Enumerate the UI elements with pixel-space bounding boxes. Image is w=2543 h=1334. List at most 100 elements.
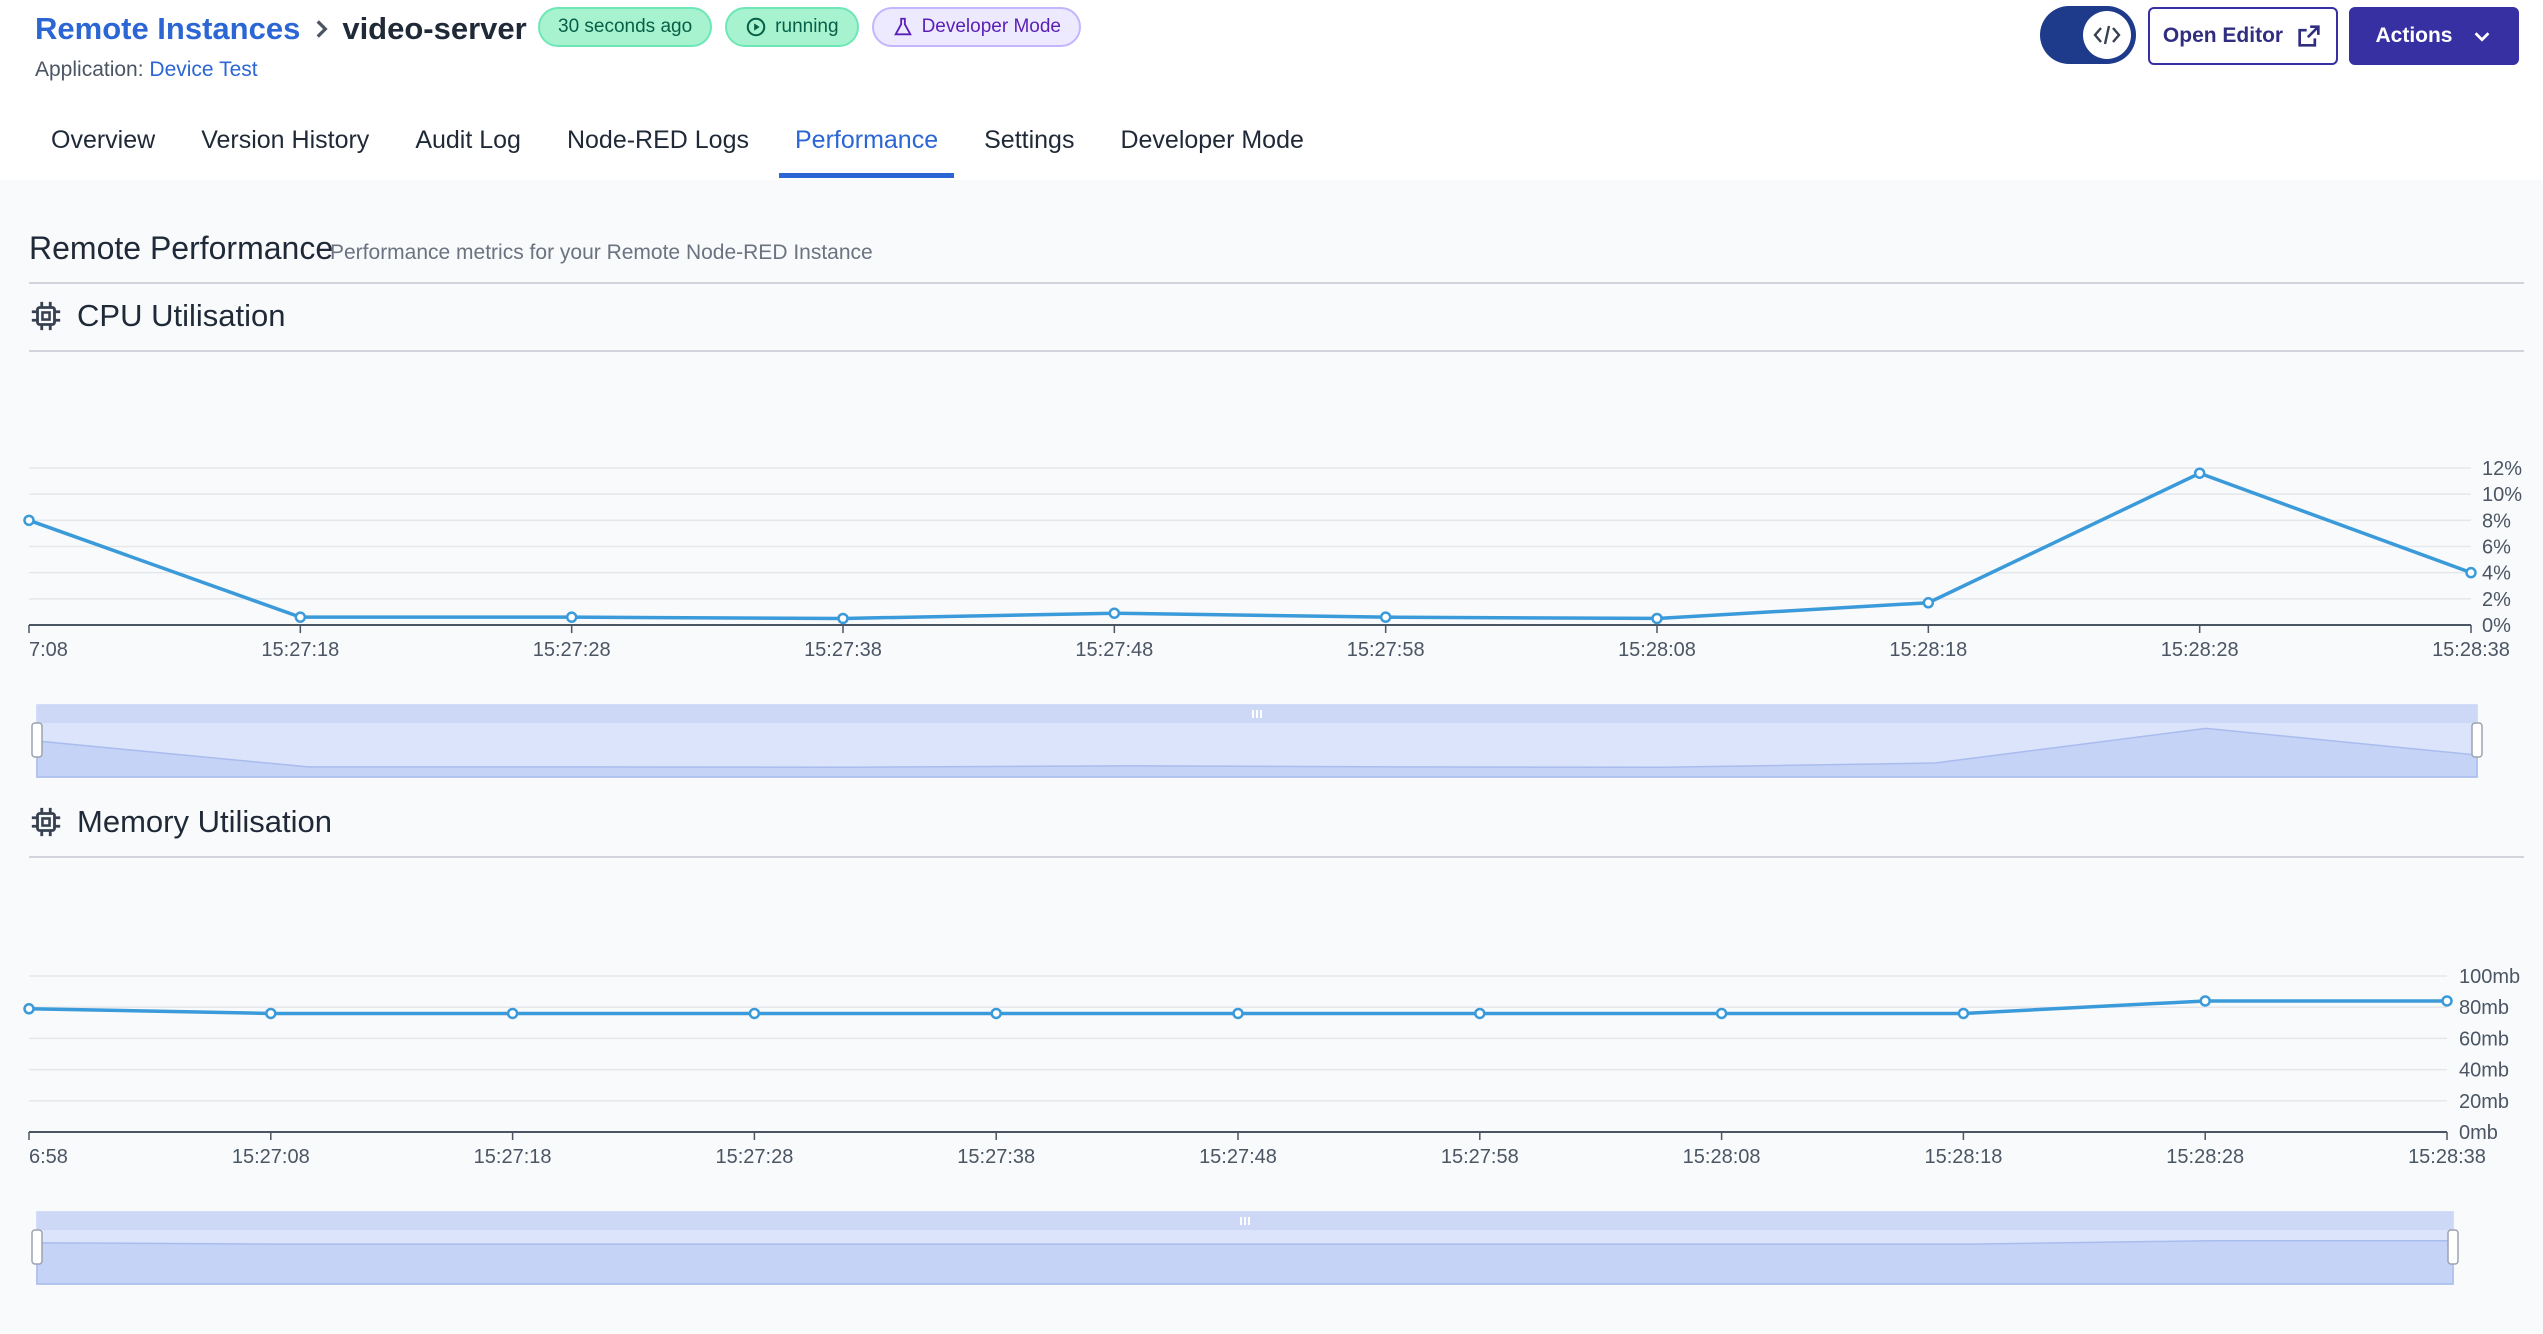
x-tick-label: 15:28:18 xyxy=(1924,1146,2002,1168)
x-tick-label: 15:27:38 xyxy=(804,639,882,661)
performance-panel: Remote Performance Performance metrics f… xyxy=(0,180,2543,1334)
toggle-knob xyxy=(2083,11,2131,59)
data-point xyxy=(265,1007,277,1020)
tab-performance[interactable]: Performance xyxy=(778,116,955,178)
y-tick-label: 0mb xyxy=(2459,1122,2498,1144)
tab-overview[interactable]: Overview xyxy=(35,116,171,178)
zoom-mini-area xyxy=(36,1239,2454,1285)
open-editor-button[interactable]: Open Editor xyxy=(2148,7,2338,65)
data-point xyxy=(565,611,578,623)
tab-developer-mode[interactable]: Developer Mode xyxy=(1104,116,1319,178)
x-tick-label: 15:27:58 xyxy=(1347,639,1425,661)
chip-icon xyxy=(31,301,61,331)
x-tick-label: 6:58 xyxy=(29,1146,68,1168)
application-link[interactable]: Device Test xyxy=(149,58,257,81)
y-tick-label: 60mb xyxy=(2459,1028,2509,1050)
y-tick-label: 0% xyxy=(2482,615,2511,637)
x-tick-label: 7:08 xyxy=(29,639,68,661)
x-tick-label: 15:27:48 xyxy=(1075,639,1153,661)
divider xyxy=(29,350,2524,352)
x-tick-label: 15:27:48 xyxy=(1199,1146,1277,1168)
external-link-icon xyxy=(2298,25,2320,47)
tab-label: Performance xyxy=(794,126,939,154)
y-tick-label: 20mb xyxy=(2459,1091,2509,1113)
last-seen-text: 30 seconds ago xyxy=(558,16,693,37)
last-seen-badge: 30 seconds ago xyxy=(538,7,713,47)
data-point xyxy=(748,1007,761,1020)
section-subtitle: Performance metrics for your Remote Node… xyxy=(330,241,873,264)
data-point xyxy=(1379,611,1392,623)
section-title: Remote Performance xyxy=(29,230,334,266)
data-point xyxy=(837,612,849,625)
x-tick-label: 15:28:38 xyxy=(2408,1146,2486,1168)
chevron-right-icon xyxy=(316,20,328,38)
data-point xyxy=(1651,612,1663,625)
y-tick-label: 12% xyxy=(2482,458,2522,480)
divider xyxy=(29,856,2524,858)
x-tick-label: 15:27:28 xyxy=(533,639,611,661)
cpu-chart-title-text: CPU Utilisation xyxy=(77,298,286,333)
play-circle-icon xyxy=(746,17,766,37)
breadcrumb-remote-instances[interactable]: Remote Instances xyxy=(35,11,300,47)
x-tick-label: 15:27:18 xyxy=(474,1146,552,1168)
tab-label: Settings xyxy=(984,126,1075,154)
data-point xyxy=(23,1003,35,1015)
running-status-text: running xyxy=(775,16,839,37)
chip-icon xyxy=(31,807,61,837)
data-point xyxy=(1108,607,1121,619)
x-tick-label: 15:28:08 xyxy=(1683,1146,1761,1168)
actions-button[interactable]: Actions xyxy=(2349,7,2519,65)
zoom-handle xyxy=(2471,722,2483,758)
data-point xyxy=(990,1007,1002,1020)
breadcrumb: Remote Instances video-server xyxy=(35,8,527,50)
x-tick-label: 15:27:58 xyxy=(1441,1146,1519,1168)
y-tick-label: 6% xyxy=(2482,537,2511,559)
beaker-icon xyxy=(893,17,912,36)
tab-label: Audit Log xyxy=(415,126,521,154)
instance-header: Remote Instances video-server 30 seconds… xyxy=(0,0,2543,182)
y-tick-label: 40mb xyxy=(2459,1060,2509,1082)
data-point xyxy=(506,1007,519,1020)
application-label: Application: xyxy=(35,58,144,81)
data-point xyxy=(2441,995,2453,1007)
data-point xyxy=(1474,1007,1486,1020)
breadcrumb-current-instance: video-server xyxy=(342,11,527,46)
y-tick-label: 2% xyxy=(2482,589,2511,611)
x-tick-label: 15:28:18 xyxy=(1889,639,1967,661)
memory-chart-title-text: Memory Utilisation xyxy=(77,804,332,839)
developer-mode-badge: Developer Mode xyxy=(871,7,1081,47)
x-tick-label: 15:27:28 xyxy=(715,1146,793,1168)
data-point xyxy=(294,611,307,623)
tab-label: Version History xyxy=(201,126,370,154)
developer-mode-toggle[interactable] xyxy=(2040,6,2136,64)
tab-label: Developer Mode xyxy=(1120,126,1304,154)
zoom-handle xyxy=(31,722,43,758)
tab-settings[interactable]: Settings xyxy=(968,116,1090,178)
x-tick-label: 15:28:08 xyxy=(1618,639,1696,661)
x-tick-label: 15:28:28 xyxy=(2166,1146,2244,1168)
x-tick-label: 15:28:38 xyxy=(2432,639,2510,661)
data-point xyxy=(2465,566,2477,579)
data-point xyxy=(1232,1007,1244,1020)
y-tick-label: 8% xyxy=(2482,510,2511,532)
zoom-handle xyxy=(2447,1229,2459,1265)
x-tick-label: 15:27:08 xyxy=(232,1146,310,1168)
status-badges: 30 seconds ago running Developer Mode xyxy=(538,7,1081,47)
divider xyxy=(29,282,2524,284)
tab-audit-log[interactable]: Audit Log xyxy=(399,116,537,178)
data-point xyxy=(2199,995,2211,1007)
y-tick-label: 100mb xyxy=(2459,966,2520,988)
developer-mode-text: Developer Mode xyxy=(921,16,1061,37)
zoom-handle xyxy=(31,1229,43,1265)
instance-tabs: Overview Version History Audit Log Node-… xyxy=(35,116,1334,178)
y-tick-label: 80mb xyxy=(2459,997,2509,1019)
tab-node-red-logs[interactable]: Node-RED Logs xyxy=(551,116,765,178)
tab-label: Node-RED Logs xyxy=(566,126,749,154)
tab-version-history[interactable]: Version History xyxy=(185,116,385,178)
data-point xyxy=(1957,1007,1970,1020)
cpu-chart: 12% 10% 8% 6% 4% 2% 0% 7:08 15:27:18 15:27:28 15:2… xyxy=(23,458,2522,778)
data-point xyxy=(1922,597,1935,609)
x-tick-label: 15:27:38 xyxy=(957,1146,1035,1168)
data-point xyxy=(1715,1007,1728,1020)
chevron-down-icon xyxy=(2474,32,2489,42)
